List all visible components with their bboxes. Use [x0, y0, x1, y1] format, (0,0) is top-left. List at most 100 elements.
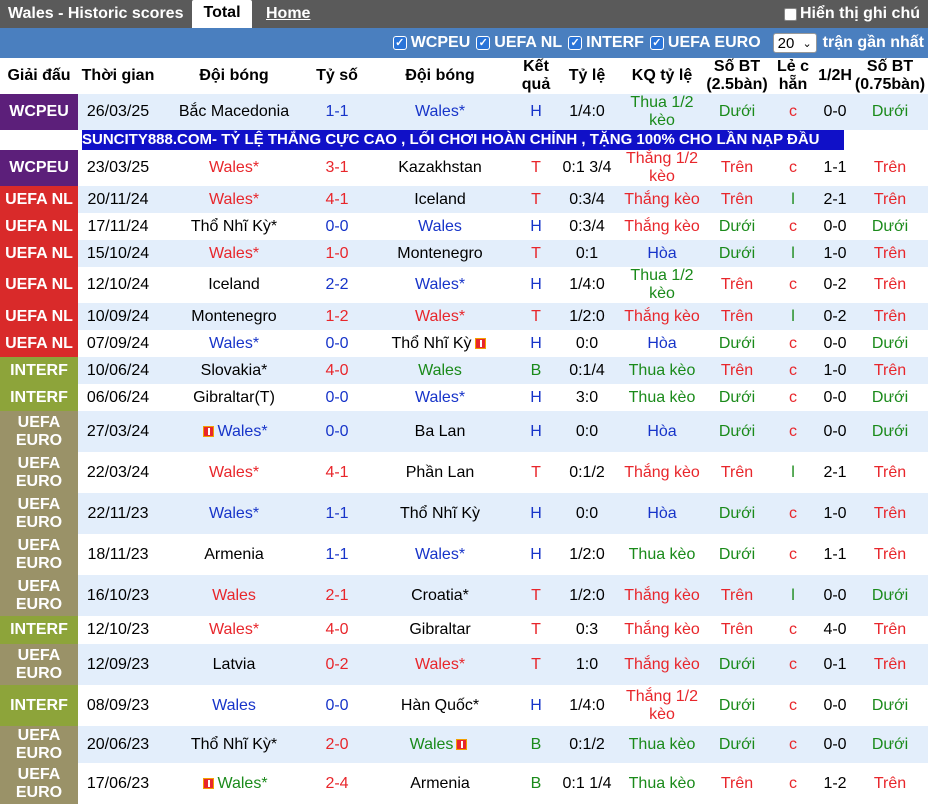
table-row[interactable]: WCPEU 26/03/25 Bắc Macedonia 1-1 Wales* H 1/4:…: [0, 94, 928, 130]
odds-cell-text: 0:1/4: [569, 361, 605, 379]
tab-total[interactable]: Total: [192, 0, 252, 28]
table-row[interactable]: UEFA EURO 27/03/24 Wales* 0-0 Ba Lan H 0:0 Hòa D…: [0, 411, 928, 452]
goals-0-75-cell-text: Trên: [873, 463, 907, 481]
half-cell: 1-0: [818, 493, 852, 534]
result-cell: T: [516, 616, 556, 644]
odd-even-cell: c: [768, 616, 818, 644]
odds-result-cell: Thắng kèo: [618, 452, 706, 493]
goals-0-75-cell-text: Trên: [873, 244, 907, 262]
table-row[interactable]: INTERF 06/06/24 Gibraltar(T) 0-0 Wales* H 3:0 T…: [0, 384, 928, 411]
table-row[interactable]: UEFA NL 10/09/24 Montenegro 1-2 Wales* T 1/2:0…: [0, 303, 928, 330]
check-icon[interactable]: ✓: [649, 36, 664, 50]
table-row[interactable]: UEFA NL 12/10/24 Iceland 2-2 Wales* H 1/4:0 Thu…: [0, 267, 928, 303]
league-cell: UEFA EURO: [0, 575, 78, 616]
away-team-cell: Armenia: [364, 763, 516, 804]
table-row[interactable]: UEFA EURO 20/06/23 Thổ Nhĩ Kỳ* 2-0 Wales B 0:1…: [0, 726, 928, 763]
odd-even-cell: c: [768, 726, 818, 763]
league-cell-text: INTERF: [10, 696, 68, 714]
goals-2-5-cell: Trên: [706, 267, 768, 303]
table-row[interactable]: INTERF 12/10/23 Wales* 4-0 Gibraltar T 0:3 Thắn…: [0, 616, 928, 644]
home-team-cell: Thổ Nhĩ Kỳ*: [158, 213, 310, 240]
table-row[interactable]: UEFA EURO 22/11/23 Wales* 1-1 Thổ Nhĩ Kỳ H 0:0…: [0, 493, 928, 534]
half-cell: 0-0: [818, 411, 852, 452]
table-row[interactable]: UEFA EURO 22/03/24 Wales* 4-1 Phần Lan T 0:1/2…: [0, 452, 928, 493]
odds-result-cell: Thua 1/2 kèo: [618, 267, 706, 303]
half-cell: 0-0: [818, 94, 852, 130]
tab-home[interactable]: Home: [266, 5, 310, 23]
result-cell-text: B: [530, 774, 542, 792]
away-team-cell-text: Wales: [409, 735, 454, 753]
away-team-cell-text: Kazakhstan: [398, 159, 482, 176]
table-row[interactable]: INTERF 10/06/24 Slovakia* 4-0 Wales B 0:1/4 Thu…: [0, 357, 928, 384]
goals-0-75-cell: Trên: [852, 186, 928, 213]
filter-interf[interactable]: ✓ INTERF: [568, 34, 644, 52]
promo-banner[interactable]: SUNCITY888.COM- TỶ LỆ THẮNG CỰC CAO , LỐ…: [82, 130, 844, 150]
date-cell-text: 22/11/23: [87, 504, 149, 522]
odd-even-cell: c: [768, 644, 818, 685]
goals-2-5-cell: Trên: [706, 616, 768, 644]
home-team-cell-text: Wales*: [208, 334, 260, 352]
league-cell: UEFA EURO: [0, 534, 78, 575]
half-cell: 0-0: [818, 330, 852, 357]
filter-wcpeu[interactable]: ✓ WCPEU: [392, 34, 470, 52]
away-team-cell: Iceland: [364, 186, 516, 213]
table-row[interactable]: UEFA NL 15/10/24 Wales* 1-0 Montenegro T 0:1 Hò…: [0, 240, 928, 267]
col-league: Giải đấu: [0, 58, 78, 94]
goals-0-75-cell: Dưới: [852, 575, 928, 616]
table-row[interactable]: UEFA EURO 12/09/23 Latvia 0-2 Wales* T 1:0 Thắn…: [0, 644, 928, 685]
match-count-select[interactable]: 20 ⌄: [772, 33, 817, 53]
goals-0-75-cell-text: Trên: [873, 774, 907, 792]
check-icon[interactable]: ✓: [392, 36, 407, 50]
goals-2-5-cell-text: Dưới: [718, 103, 756, 120]
odds-cell: 0:1 3/4: [556, 150, 618, 186]
chevron-down-icon: ⌄: [802, 37, 812, 50]
odd-even-cell: l: [768, 452, 818, 493]
table-row[interactable]: UEFA EURO 18/11/23 Armenia 1-1 Wales* H 1/2:0 T…: [0, 534, 928, 575]
league-cell-text: WCPEU: [9, 103, 69, 120]
table-row[interactable]: UEFA EURO 17/06/23 Wales* 2-4 Armenia B 0:1 1/…: [0, 763, 928, 804]
odds-cell-text: 0:0: [575, 504, 599, 522]
home-team-cell-text: Wales*: [208, 621, 260, 638]
score-cell: 4-1: [310, 452, 364, 493]
table-row[interactable]: INTERF 08/09/23 Wales 0-0 Hàn Quốc* H 1/4:0 Thắ…: [0, 685, 928, 726]
filter-bar: ✓ WCPEU ✓ UEFA NL ✓ INTERF ✓ UEFA EURO 20 ⌄ t…: [0, 28, 928, 58]
odds-result-cell: Thua kèo: [618, 357, 706, 384]
promo-banner-row[interactable]: SUNCITY888.COM- TỶ LỆ THẮNG CỰC CAO , LỐ…: [0, 130, 928, 150]
result-cell-text: T: [531, 463, 541, 481]
table-row[interactable]: UEFA NL 20/11/24 Wales* 4-1 Iceland T 0:3/4 Thắ…: [0, 186, 928, 213]
goals-2-5-cell: Trên: [706, 763, 768, 804]
half-cell-text: 1-1: [823, 159, 847, 176]
filter-uefa-nl[interactable]: ✓ UEFA NL: [476, 34, 562, 52]
odds-cell: 1:0: [556, 644, 618, 685]
show-notes-toggle[interactable]: Hiển thị ghi chú: [784, 5, 920, 23]
score-cell: 0-0: [310, 411, 364, 452]
goals-2-5-cell-text: Trên: [720, 621, 754, 638]
goals-0-75-cell-text: Dưới: [871, 696, 909, 714]
away-team-cell: Thổ Nhĩ Kỳ: [364, 493, 516, 534]
away-team-cell: Kazakhstan: [364, 150, 516, 186]
home-team-cell-text: Armenia: [204, 545, 264, 563]
score-cell: 0-0: [310, 384, 364, 411]
filter-uefa-euro[interactable]: ✓ UEFA EURO: [649, 34, 761, 52]
table-row[interactable]: UEFA EURO 16/10/23 Wales 2-1 Croatia* T 1/2:0 T…: [0, 575, 928, 616]
half-cell-text: 0-0: [823, 388, 847, 406]
table-row[interactable]: UEFA NL 17/11/24 Thổ Nhĩ Kỳ* 0-0 Wales H 0:3/4…: [0, 213, 928, 240]
show-notes-checkbox[interactable]: [784, 7, 797, 21]
goals-2-5-cell: Trên: [706, 357, 768, 384]
odds-cell: 0:3: [556, 616, 618, 644]
half-cell-text: 0-2: [823, 276, 847, 293]
date-cell-text: 22/03/24: [86, 463, 150, 481]
result-cell: H: [516, 267, 556, 303]
odds-cell: 1/2:0: [556, 303, 618, 330]
check-icon[interactable]: ✓: [476, 36, 491, 50]
odd-even-cell-text: c: [789, 696, 797, 714]
check-icon[interactable]: ✓: [568, 36, 583, 50]
away-team-cell: Wales*: [364, 534, 516, 575]
result-cell: H: [516, 330, 556, 357]
goals-2-5-cell-text: Trên: [720, 307, 754, 325]
half-cell-text: 1-2: [823, 774, 847, 792]
table-row[interactable]: WCPEU 23/03/25 Wales* 3-1 Kazakhstan T 0:1 3/4…: [0, 150, 928, 186]
table-row[interactable]: UEFA NL 07/09/24 Wales* 0-0 Thổ Nhĩ Kỳ H 0:0 Hò…: [0, 330, 928, 357]
home-team-cell-text: Iceland: [208, 276, 260, 293]
odds-result-cell: Thắng kèo: [618, 186, 706, 213]
